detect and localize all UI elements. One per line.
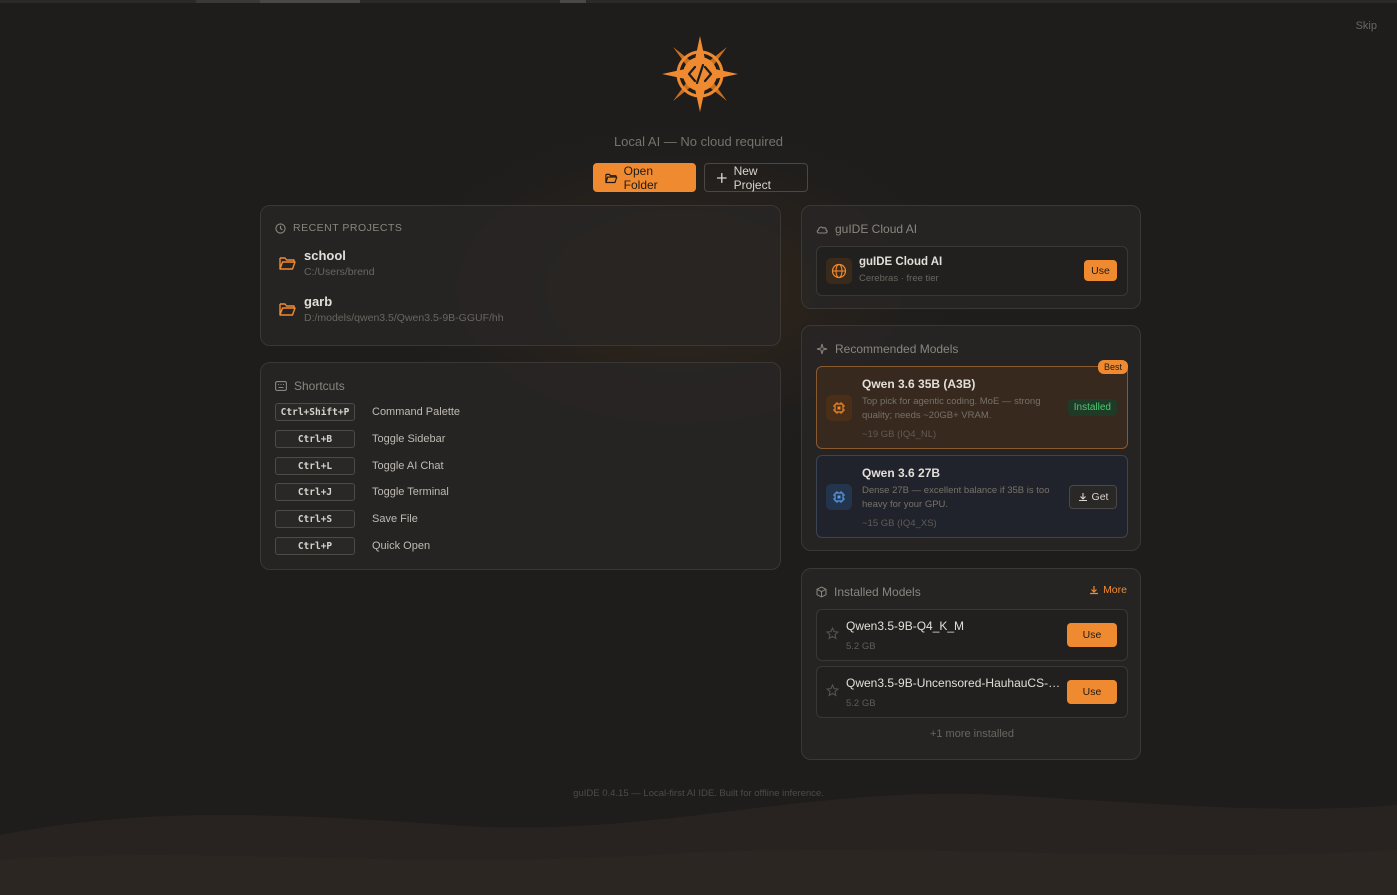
project-name: garb: [304, 294, 333, 309]
shortcut-key: Ctrl+Shift+P: [275, 403, 355, 421]
open-folder-label: Open Folder: [623, 163, 658, 192]
more-label: More: [1103, 584, 1127, 596]
installed-model-card: Qwen3.5-9B-Q4_K_M 5.2 GB Use: [816, 609, 1128, 661]
shortcut-row: Ctrl+P Quick Open: [275, 537, 430, 555]
installed-badge: Installed: [1067, 399, 1117, 416]
cloud-ai-panel: guIDE Cloud AI guIDE Cloud AI Cerebras ·…: [801, 205, 1141, 309]
new-project-label: New Project: [733, 163, 771, 192]
shortcut-row: Ctrl+B Toggle Sidebar: [275, 430, 445, 448]
shortcut-row: Ctrl+J Toggle Terminal: [275, 483, 449, 501]
installed-header: Installed Models: [816, 585, 921, 599]
shortcut-label: Save File: [372, 513, 418, 525]
folder-icon: [279, 303, 296, 316]
globe-icon: [826, 258, 852, 284]
package-icon: [816, 586, 827, 598]
recent-project-item[interactable]: school C:/Users/brend: [279, 248, 375, 280]
shortcut-key: Ctrl+P: [275, 537, 355, 555]
plus-icon: [716, 172, 727, 183]
sparkle-icon: [816, 343, 828, 355]
recommended-title: Recommended Models: [835, 342, 959, 356]
cloud-card-title: guIDE Cloud AI: [859, 256, 943, 268]
cloud-ai-header: guIDE Cloud AI: [816, 222, 917, 236]
model-name: Qwen 3.6 35B (A3B): [862, 377, 976, 391]
window-top-strip: [0, 0, 1397, 3]
model-size: ~15 GB (IQ4_XS): [862, 518, 937, 529]
model-name: Qwen 3.6 27B: [862, 466, 941, 480]
primary-actions: Open Folder New Project: [593, 163, 808, 192]
shortcut-label: Toggle Sidebar: [372, 433, 446, 445]
shortcut-label: Command Palette: [372, 406, 461, 418]
more-models-link[interactable]: More: [1089, 584, 1127, 596]
shortcuts-panel: Shortcuts Ctrl+Shift+P Command Palette C…: [260, 362, 781, 570]
footer-text: guIDE 0.4.15 — Local-first AI IDE. Built…: [573, 788, 824, 799]
folder-icon: [279, 257, 296, 270]
download-icon: [1078, 493, 1087, 502]
shortcut-key: Ctrl+S: [275, 510, 355, 528]
recommended-models-panel: Recommended Models Best Qwen 3.6 35B (A3…: [801, 325, 1141, 551]
installed-title: Installed Models: [834, 585, 921, 599]
installed-model-card: Qwen3.5-9B-Uncensored-HauhauCS-Aggressiv…: [816, 666, 1128, 718]
skip-button[interactable]: Skip: [1356, 20, 1377, 32]
shortcut-label: Toggle Terminal: [372, 486, 449, 498]
get-label: Get: [1091, 491, 1109, 503]
recommended-model-card[interactable]: Qwen 3.6 27B Dense 27B — excellent balan…: [816, 455, 1128, 538]
project-path: C:/Users/brend: [304, 266, 375, 278]
get-model-button[interactable]: Get: [1069, 485, 1117, 509]
cloud-icon: [816, 226, 828, 234]
project-name: school: [304, 248, 346, 263]
star-icon[interactable]: [826, 684, 839, 697]
download-icon: [1090, 586, 1099, 595]
recent-projects-title: RECENT PROJECTS: [293, 222, 403, 234]
cloud-use-button[interactable]: Use: [1084, 260, 1117, 281]
cloud-ai-card: guIDE Cloud AI Cerebras · free tier Use: [816, 246, 1128, 296]
project-path: D:/models/qwen3.5/Qwen3.5-9B-GGUF/hh: [304, 312, 504, 324]
model-size: 5.2 GB: [846, 641, 876, 652]
shortcut-key: Ctrl+J: [275, 483, 355, 501]
keyboard-icon: [275, 381, 287, 391]
shortcut-row: Ctrl+S Save File: [275, 510, 418, 528]
shortcut-key: Ctrl+L: [275, 457, 355, 475]
clock-icon: [275, 222, 286, 234]
chip-icon: [826, 395, 852, 421]
model-size: 5.2 GB: [846, 698, 876, 709]
cloud-ai-title: guIDE Cloud AI: [835, 222, 918, 236]
new-project-button[interactable]: New Project: [704, 163, 808, 192]
model-size: ~19 GB (IQ4_NL): [862, 429, 937, 440]
model-description: Top pick for agentic coding. MoE — stron…: [862, 396, 1041, 421]
shortcuts-title: Shortcuts: [294, 379, 345, 393]
recommended-model-card[interactable]: Best Qwen 3.6 35B (A3B) Top pick for age…: [816, 360, 1128, 449]
recent-projects-panel: RECENT PROJECTS school C:/Users/brend ga…: [260, 205, 781, 346]
folder-open-icon: [605, 173, 618, 183]
chip-icon: [826, 484, 852, 510]
recent-project-item[interactable]: garb D:/models/qwen3.5/Qwen3.5-9B-GGUF/h…: [279, 294, 504, 326]
shortcut-key: Ctrl+B: [275, 430, 355, 448]
more-installed-link[interactable]: +1 more installed: [802, 728, 1142, 740]
model-description: Dense 27B — excellent balance if 35B is …: [862, 485, 1050, 510]
shortcut-row: Ctrl+L Toggle AI Chat: [275, 457, 444, 475]
model-name: Qwen3.5-9B-Uncensored-HauhauCS-Aggressiv…: [846, 676, 1062, 690]
use-model-button[interactable]: Use: [1067, 623, 1117, 647]
use-model-button[interactable]: Use: [1067, 680, 1117, 704]
shortcut-row: Ctrl+Shift+P Command Palette: [275, 403, 460, 421]
open-folder-button[interactable]: Open Folder: [593, 163, 696, 192]
shortcut-label: Toggle AI Chat: [372, 460, 444, 472]
cloud-card-subtitle: Cerebras · free tier: [859, 273, 939, 284]
star-icon[interactable]: [826, 627, 839, 640]
installed-models-panel: Installed Models More Qwen3.5-9B-Q4_K_M …: [801, 568, 1141, 760]
best-badge: Best: [1097, 360, 1128, 374]
recent-projects-header: RECENT PROJECTS: [275, 222, 402, 234]
compass-logo-icon: [662, 36, 738, 112]
model-name: Qwen3.5-9B-Q4_K_M: [846, 619, 965, 633]
recommended-header: Recommended Models: [816, 342, 958, 356]
shortcut-label: Quick Open: [372, 540, 431, 552]
shortcuts-header: Shortcuts: [275, 379, 345, 393]
tagline: Local AI — No cloud required: [613, 134, 784, 149]
